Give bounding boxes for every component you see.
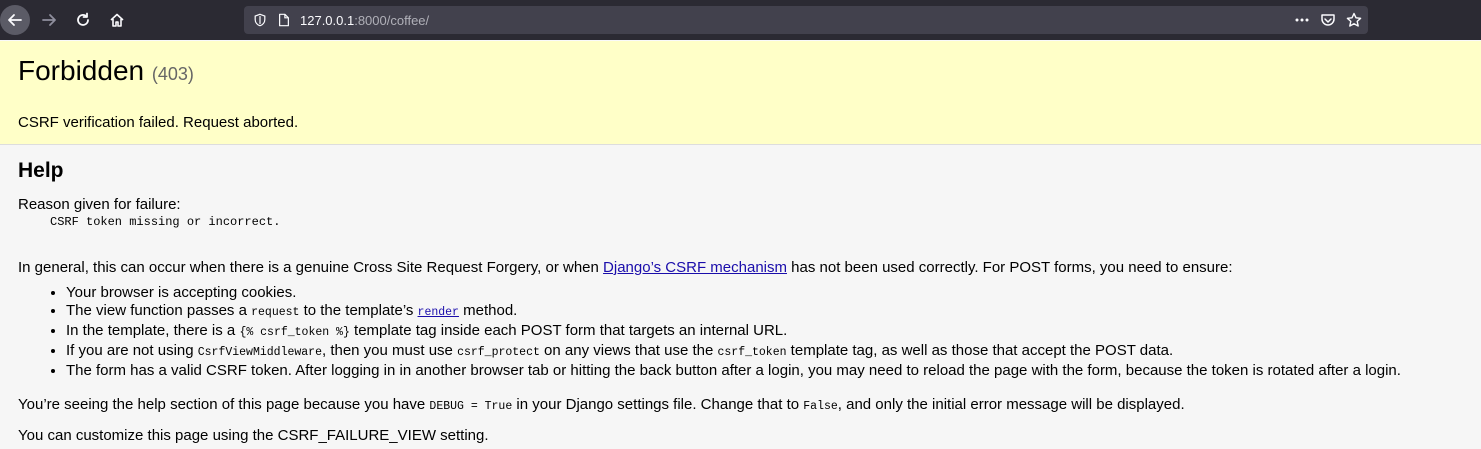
url-text[interactable]: 127.0.0.1:8000/coffee/ <box>300 13 429 28</box>
inline-code: render <box>417 306 459 319</box>
help-heading: Help <box>18 159 64 182</box>
general-explanation: In general, this can occur when there is… <box>18 259 1233 276</box>
arrow-left-icon <box>8 14 22 26</box>
item-text: The view function passes a <box>66 302 252 319</box>
inline-code: DEBUG = True <box>429 400 513 413</box>
browser-toolbar: 127.0.0.1:8000/coffee/ <box>0 0 1481 40</box>
home-button[interactable] <box>102 5 132 35</box>
status-code: (403) <box>151 64 194 84</box>
error-summary: Forbidden (403) CSRF verification failed… <box>0 41 1481 145</box>
list-item: In the template, there is a {% csrf_toke… <box>66 322 1401 342</box>
item-text: If you are not using <box>66 342 198 359</box>
debug-text: , and only the initial error message wil… <box>837 396 1185 413</box>
shield-icon[interactable] <box>252 12 268 28</box>
reload-button[interactable] <box>68 5 98 35</box>
item-text: template tag, as well as those that acce… <box>786 342 1174 359</box>
title-text: Forbidden <box>18 55 145 86</box>
reload-icon <box>77 12 89 26</box>
item-text: on any views that use the <box>539 342 718 359</box>
url-path: :8000/coffee/ <box>354 12 430 28</box>
debug-text: in your Django settings file. Change tha… <box>512 396 804 413</box>
home-icon <box>110 13 124 27</box>
address-bar-actions <box>1284 6 1362 34</box>
item-text: Your browser is accepting cookies. <box>66 284 297 301</box>
page-icon[interactable] <box>276 12 292 28</box>
general-text-after: has not been used correctly. For POST fo… <box>787 259 1233 276</box>
item-text: The form has a valid CSRF token. After l… <box>66 362 1401 379</box>
inline-code: csrf_token <box>717 346 787 359</box>
reason-text: CSRF token missing or incorrect. <box>50 215 281 229</box>
reason-label: Reason given for failure: <box>18 196 181 213</box>
inline-code: csrf_protect <box>457 346 540 359</box>
item-text: to the template’s <box>299 302 418 319</box>
pocket-icon[interactable] <box>1320 12 1336 28</box>
item-text: , then you must use <box>321 342 458 359</box>
list-item: Your browser is accepting cookies. <box>66 284 1401 302</box>
item-text: In the template, there is a <box>66 322 240 339</box>
page-title: Forbidden (403) <box>18 53 194 92</box>
debug-text: You’re seeing the help section of this p… <box>18 396 430 413</box>
item-text: method. <box>458 302 518 319</box>
forward-button[interactable] <box>34 5 64 35</box>
arrow-right-icon <box>42 14 56 26</box>
inline-code: False <box>803 400 838 413</box>
back-button[interactable] <box>0 5 30 35</box>
render-docs-link[interactable]: render <box>418 302 459 319</box>
requirements-list: Your browser is accepting cookies. The v… <box>18 284 1401 380</box>
inline-code: CsrfViewMiddleware <box>197 346 322 359</box>
list-item: The view function passes a request to th… <box>66 302 1401 322</box>
bookmark-star-icon[interactable] <box>1346 12 1362 28</box>
inline-code: request <box>251 306 300 319</box>
inline-code: {% csrf_token %} <box>239 326 350 339</box>
address-bar[interactable]: 127.0.0.1:8000/coffee/ <box>244 6 1368 34</box>
general-text-before: In general, this can occur when there is… <box>18 259 604 276</box>
more-actions-icon[interactable] <box>1294 12 1310 28</box>
url-host: 127.0.0.1 <box>300 12 355 28</box>
customize-note: You can customize this page using the CS… <box>18 427 489 444</box>
django-csrf-docs-link[interactable]: Django’s CSRF mechanism <box>603 259 787 276</box>
list-item: The form has a valid CSRF token. After l… <box>66 362 1401 380</box>
debug-note: You’re seeing the help section of this p… <box>18 396 1185 413</box>
item-text: template tag inside each POST form that … <box>349 322 788 339</box>
list-item: If you are not using CsrfViewMiddleware,… <box>66 342 1401 362</box>
help-section: Help Reason given for failure: CSRF toke… <box>0 145 1481 449</box>
error-message: CSRF verification failed. Request aborte… <box>18 114 299 131</box>
